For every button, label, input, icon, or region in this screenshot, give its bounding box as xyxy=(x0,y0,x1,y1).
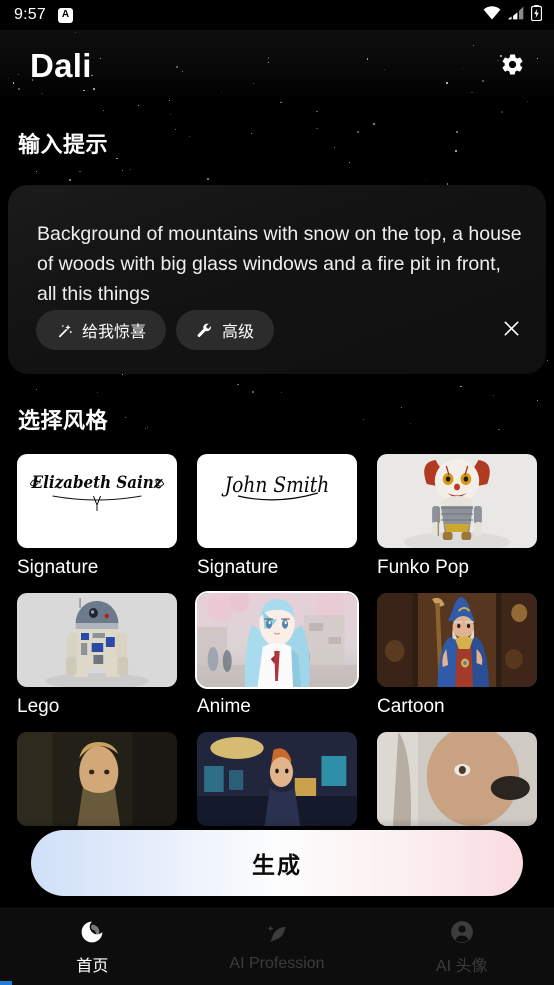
app-bar: Dali xyxy=(0,30,554,102)
battery-charging-icon xyxy=(530,4,543,26)
prompt-card[interactable]: Background of mountains with snow on the… xyxy=(8,185,546,374)
style-thumbnail[interactable] xyxy=(197,732,357,826)
style-thumbnail[interactable] xyxy=(195,591,359,689)
advanced-label: 高级 xyxy=(222,324,255,341)
nav-label: AI Profession xyxy=(229,954,325,972)
nav-label: 首页 xyxy=(76,957,109,975)
style-card-funko-pop[interactable]: Funko Pop xyxy=(377,454,537,579)
nav-item-ai-avatar[interactable]: AI 头像 xyxy=(369,919,554,976)
main-scroll-area[interactable]: 输入提示 Background of mountains with snow o… xyxy=(0,102,554,908)
style-card-cartoon[interactable]: Cartoon xyxy=(377,593,537,718)
sparkle-feather-icon xyxy=(264,922,290,948)
style-grid: Elizabeth Sainz Signature John Smith Sig… xyxy=(0,454,554,835)
style-label: Funko Pop xyxy=(377,557,469,578)
style-thumbnail[interactable] xyxy=(377,732,537,826)
style-thumbnail[interactable]: John Smith xyxy=(197,454,357,548)
home-indicator-bar xyxy=(0,981,12,985)
app-root: 9:57 A Dali 输入提示 Background of mountains… xyxy=(0,0,554,985)
style-section-title: 选择风格 xyxy=(18,408,109,433)
svg-text:Elizabeth Sainz: Elizabeth Sainz xyxy=(31,472,164,492)
advanced-button[interactable]: 高级 xyxy=(176,310,275,350)
style-thumbnail[interactable] xyxy=(17,732,177,826)
notification-app-badge-icon: A xyxy=(57,7,73,23)
surprise-me-label: 给我惊喜 xyxy=(82,324,147,341)
prompt-text[interactable]: Background of mountains with snow on the… xyxy=(37,219,524,309)
generate-button[interactable]: 生成 xyxy=(31,830,523,896)
magic-wand-icon xyxy=(56,322,73,339)
gear-icon xyxy=(500,52,525,80)
style-card-anime[interactable]: Anime xyxy=(195,591,359,718)
style-card-signature[interactable]: Elizabeth Sainz Signature xyxy=(17,454,177,579)
bottom-navigation: 首页 AI Profession AI 头像 xyxy=(0,908,554,985)
svg-text:John Smith: John Smith xyxy=(221,473,329,497)
style-thumbnail[interactable] xyxy=(377,454,537,548)
cellular-signal-icon xyxy=(508,6,524,25)
prompt-actions: 给我惊喜 高级 xyxy=(36,310,528,350)
home-indicator xyxy=(0,979,554,985)
close-icon xyxy=(502,319,521,341)
nav-label: AI 头像 xyxy=(435,957,488,975)
app-title: Dali xyxy=(30,47,92,84)
nav-item-ai-profession[interactable]: AI Profession xyxy=(185,922,370,973)
status-bar-clock: 9:57 xyxy=(14,6,46,23)
style-thumbnail[interactable] xyxy=(17,593,177,687)
person-circle-icon xyxy=(449,919,475,945)
clear-prompt-button[interactable] xyxy=(494,313,528,347)
style-label: Lego xyxy=(17,696,60,717)
style-label: Anime xyxy=(197,696,251,717)
style-thumbnail[interactable]: Elizabeth Sainz xyxy=(17,454,177,548)
wrench-icon xyxy=(196,322,213,339)
style-label: Signature xyxy=(197,557,279,578)
style-thumbnail[interactable] xyxy=(377,593,537,687)
status-bar: 9:57 A xyxy=(0,0,554,30)
style-card-lego[interactable]: Lego xyxy=(17,593,177,718)
status-bar-left: 9:57 A xyxy=(14,6,73,24)
style-label: Cartoon xyxy=(377,696,445,717)
settings-button[interactable] xyxy=(492,46,532,86)
generate-bar: 生成 xyxy=(0,818,554,908)
style-label: Signature xyxy=(17,557,99,578)
style-card-signature[interactable]: John Smith Signature xyxy=(197,454,357,579)
prompt-section-title: 输入提示 xyxy=(18,132,109,157)
surprise-me-button[interactable]: 给我惊喜 xyxy=(36,310,167,350)
spiral-home-icon xyxy=(79,919,105,945)
status-bar-right xyxy=(483,4,543,26)
nav-item-home[interactable]: 首页 xyxy=(0,919,185,976)
wifi-icon xyxy=(483,5,501,25)
